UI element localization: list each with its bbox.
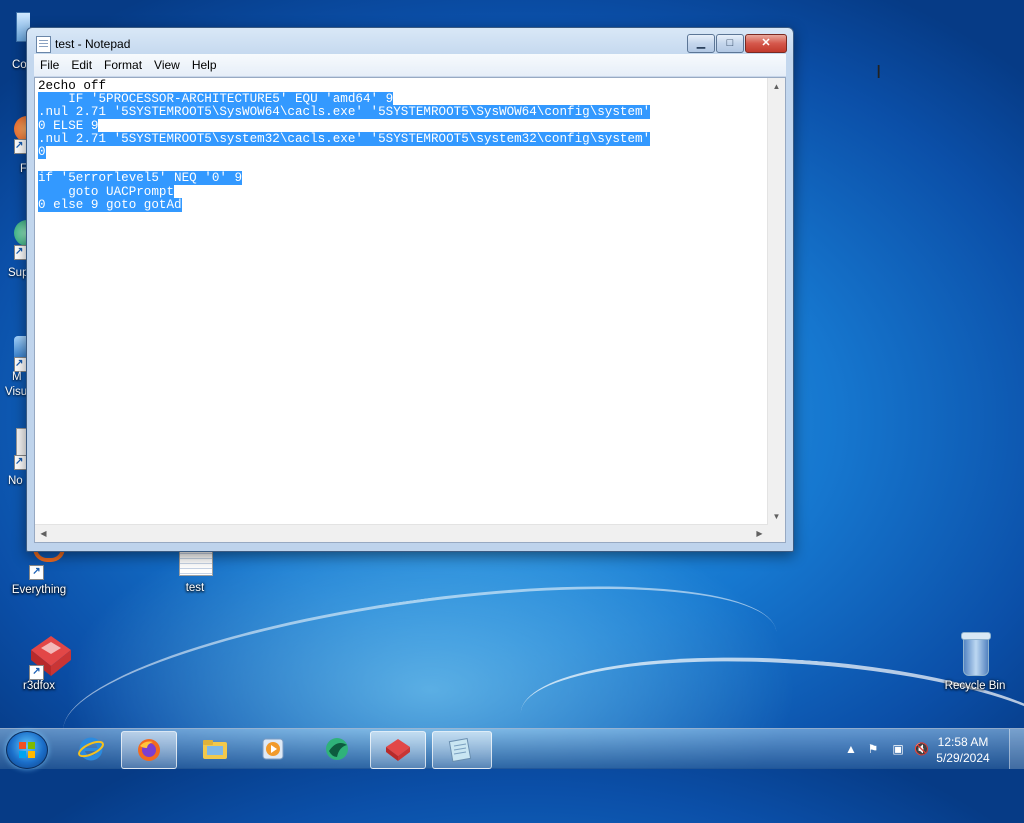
notepad-icon <box>36 36 51 53</box>
text-area[interactable]: 2echo off IF '5PROCESSOR-ARCHITECTURE5' … <box>35 78 768 525</box>
text-line: if '5errorlevel5' NEQ '0' 9 <box>38 171 768 186</box>
menu-edit[interactable]: Edit <box>65 58 98 72</box>
desktop-icon-label: M <box>12 371 22 383</box>
window-title: test - Notepad <box>55 37 131 51</box>
media-player-icon <box>262 738 284 760</box>
menu-view[interactable]: View <box>148 58 186 72</box>
volume-muted-icon[interactable]: 🔇 <box>914 742 929 756</box>
text-line-content: if '5errorlevel5' NEQ '0' 9 <box>38 171 243 186</box>
desktop-icon-label: Visu <box>5 386 28 398</box>
action-center-flag-icon[interactable]: ⚑ <box>866 742 880 756</box>
taskbar-file-explorer[interactable] <box>188 731 242 767</box>
horizontal-scrollbar[interactable]: ◀ ▶ <box>35 524 768 542</box>
green-browser-icon <box>326 738 348 760</box>
text-line: 0 else 9 goto gotAd <box>38 197 768 212</box>
text-line: .nul 2.71 '5SYSTEMROOT5\SysWOW64\cacls.e… <box>38 105 768 120</box>
desktop-icon-label: test <box>185 582 205 594</box>
text-line: goto UACPrompt <box>38 184 768 199</box>
desktop-icon-test[interactable]: test <box>160 548 230 594</box>
menu-format[interactable]: Format <box>98 58 148 72</box>
taskbar-notepad[interactable] <box>432 731 492 769</box>
clock-time: 12:58 AM <box>937 735 989 749</box>
text-line: .nul 2.71 '5SYSTEMROOT5\system32\cacls.e… <box>38 131 768 146</box>
minimize-button[interactable]: ▁ <box>687 34 715 53</box>
desktop-icon-label: r3dfox <box>23 680 55 692</box>
internet-explorer-icon <box>78 737 104 761</box>
vertical-scrollbar[interactable]: ▲ ▼ <box>767 78 785 525</box>
clock-date: 5/29/2024 <box>936 751 990 765</box>
maximize-button[interactable]: □ <box>716 34 744 53</box>
desktop-icon-label: Recycle Bin <box>944 680 1006 692</box>
text-line-content: 0 ELSE 9 <box>38 118 99 133</box>
text-cursor-icon: I <box>876 62 882 83</box>
r3dfox-icon: ↗ <box>19 636 71 680</box>
show-hidden-icons-arrow-icon[interactable]: ▲ <box>844 742 858 756</box>
menu-file[interactable]: File <box>34 58 65 72</box>
taskbar: ▲ ⚑ ▣ 🔇 12:58 AM 5/29/2024 <box>0 728 1024 769</box>
text-line-content: 0 <box>38 144 46 159</box>
scroll-down-arrow-icon[interactable]: ▼ <box>768 508 785 525</box>
text-line-content: 2echo off <box>38 79 107 93</box>
scrollbar-corner <box>768 525 785 542</box>
text-editor[interactable]: 2echo off IF '5PROCESSOR-ARCHITECTURE5' … <box>34 77 786 543</box>
scroll-up-arrow-icon[interactable]: ▲ <box>768 78 785 95</box>
notepad-icon <box>448 738 472 762</box>
text-line-content: .nul 2.71 '5SYSTEMROOT5\SysWOW64\cacls.e… <box>38 105 651 120</box>
taskbar-firefox[interactable] <box>121 731 177 769</box>
text-file-icon <box>175 548 215 578</box>
system-clock[interactable]: 12:58 AM 5/29/2024 <box>928 734 998 766</box>
text-line: 0 ELSE 9 <box>38 118 768 133</box>
text-line-content: IF '5PROCESSOR-ARCHITECTURE5' EQU 'amd64… <box>38 92 394 107</box>
r3dfox-icon <box>386 739 410 761</box>
close-button[interactable]: ✕ <box>745 34 787 53</box>
desktop-icon-label: Everything <box>11 584 67 596</box>
scroll-right-arrow-icon[interactable]: ▶ <box>751 525 768 542</box>
desktop-icon-label: No <box>8 475 23 487</box>
desktop-icon-recycle-bin[interactable]: Recycle Bin <box>940 632 1010 692</box>
folder-icon <box>203 740 227 759</box>
start-button[interactable] <box>6 731 48 769</box>
menu-bar: File Edit Format View Help <box>34 54 786 77</box>
text-line: 0 <box>38 144 768 159</box>
network-icon[interactable]: ▣ <box>891 742 905 756</box>
taskbar-r3dfox[interactable] <box>370 731 426 769</box>
scroll-left-arrow-icon[interactable]: ◀ <box>35 525 52 542</box>
text-line-content: 0 else 9 goto gotAd <box>38 197 182 212</box>
menu-help[interactable]: Help <box>186 58 223 72</box>
notepad-window[interactable]: test - Notepad ▁ □ ✕ File Edit Format Vi… <box>26 27 794 552</box>
text-line-content: goto UACPrompt <box>38 184 175 199</box>
taskbar-media-player[interactable] <box>246 731 300 767</box>
taskbar-internet-explorer[interactable] <box>64 731 118 767</box>
show-desktop-button[interactable] <box>1009 729 1024 769</box>
taskbar-browser[interactable] <box>310 731 364 767</box>
firefox-icon <box>138 739 160 761</box>
text-line-content: .nul 2.71 '5SYSTEMROOT5\system32\cacls.e… <box>38 131 651 146</box>
desktop-icon-label: Co <box>12 59 27 71</box>
desktop-icon-r3dfox[interactable]: ↗ r3dfox <box>4 636 74 692</box>
recycle-bin-icon <box>955 632 995 676</box>
